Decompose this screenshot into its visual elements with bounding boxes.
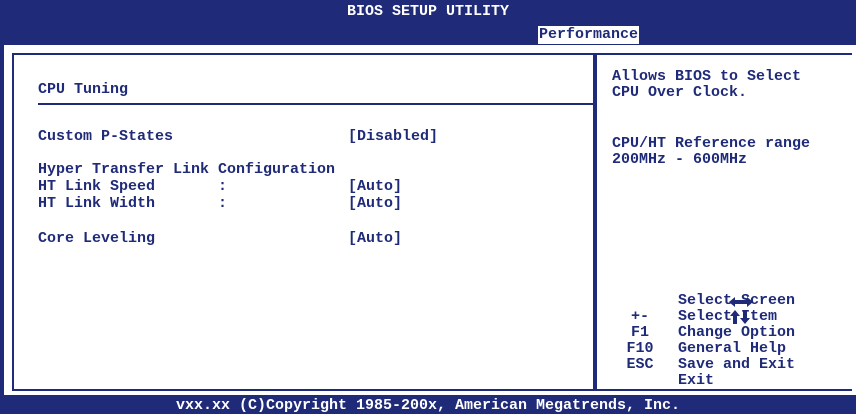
setting-value[interactable]: [Auto] — [348, 179, 402, 195]
setting-value[interactable]: [Auto] — [348, 196, 402, 212]
setting-label: HT Link Width — [38, 195, 156, 212]
help-text: Allows BIOS to Select — [612, 68, 802, 85]
tab-strip: Performance — [0, 22, 856, 44]
section-divider — [38, 103, 596, 105]
title-bar: BIOS SETUP UTILITY — [0, 0, 856, 22]
help-text: 200MHz - 600MHz — [612, 151, 748, 168]
setting-cpu-ht-reference-clock[interactable]: CPU/HT Reference Clock (MHZ) [200] — [38, 112, 393, 128]
setting-label: HT Link Speed — [38, 178, 156, 195]
copyright-text: vxx.xx (C)Copyright 1985-200x, American … — [175, 397, 681, 414]
key-description: Exit — [678, 372, 715, 389]
help-text: CPU Over Clock. — [612, 84, 748, 101]
settings-panel: CPU Tuning CPU/HT Reference Clock (MHZ) … — [18, 59, 596, 385]
subsection-heading: Hyper Transfer Link Configuration — [38, 161, 336, 178]
setting-label: Core Leveling — [38, 230, 156, 247]
setting-ht-link-width[interactable]: HT Link Width : [Auto] — [38, 196, 402, 212]
app-title: BIOS SETUP UTILITY — [346, 3, 510, 20]
setting-custom-p-states[interactable]: Custom P-States [Disabled] — [38, 129, 438, 145]
setting-core-leveling[interactable]: Core Leveling [Auto] — [38, 231, 402, 247]
setting-separator: : — [218, 195, 228, 212]
setting-value[interactable]: [Auto] — [348, 231, 402, 247]
help-panel: Allows BIOS to Select CPU Over Clock. CP… — [600, 59, 856, 389]
setting-label: CPU/HT Reference Clock (MHZ) — [38, 111, 291, 128]
setting-label: Custom P-States — [38, 128, 174, 145]
setting-value[interactable]: [Disabled] — [348, 129, 438, 145]
section-title: CPU Tuning — [38, 81, 129, 98]
subsection-ht-link-config: Hyper Transfer Link Configuration — [38, 162, 335, 178]
panel-divider — [593, 53, 597, 391]
key-legend: Select Screen Select Item +- Change Opti… — [620, 261, 852, 389]
main-frame: CPU Tuning CPU/HT Reference Clock (MHZ) … — [4, 45, 856, 395]
tab-performance[interactable]: Performance — [538, 26, 640, 44]
help-text: CPU/HT Reference range — [612, 135, 811, 152]
bios-screen: BIOS SETUP UTILITY Performance CPU Tunin… — [0, 0, 856, 414]
setting-separator: : — [218, 178, 228, 195]
key-label: ESC — [626, 356, 654, 373]
setting-ht-link-speed[interactable]: HT Link Speed : [Auto] — [38, 179, 402, 195]
footer: vxx.xx (C)Copyright 1985-200x, American … — [0, 395, 856, 414]
setting-value[interactable]: [200] — [348, 112, 393, 128]
